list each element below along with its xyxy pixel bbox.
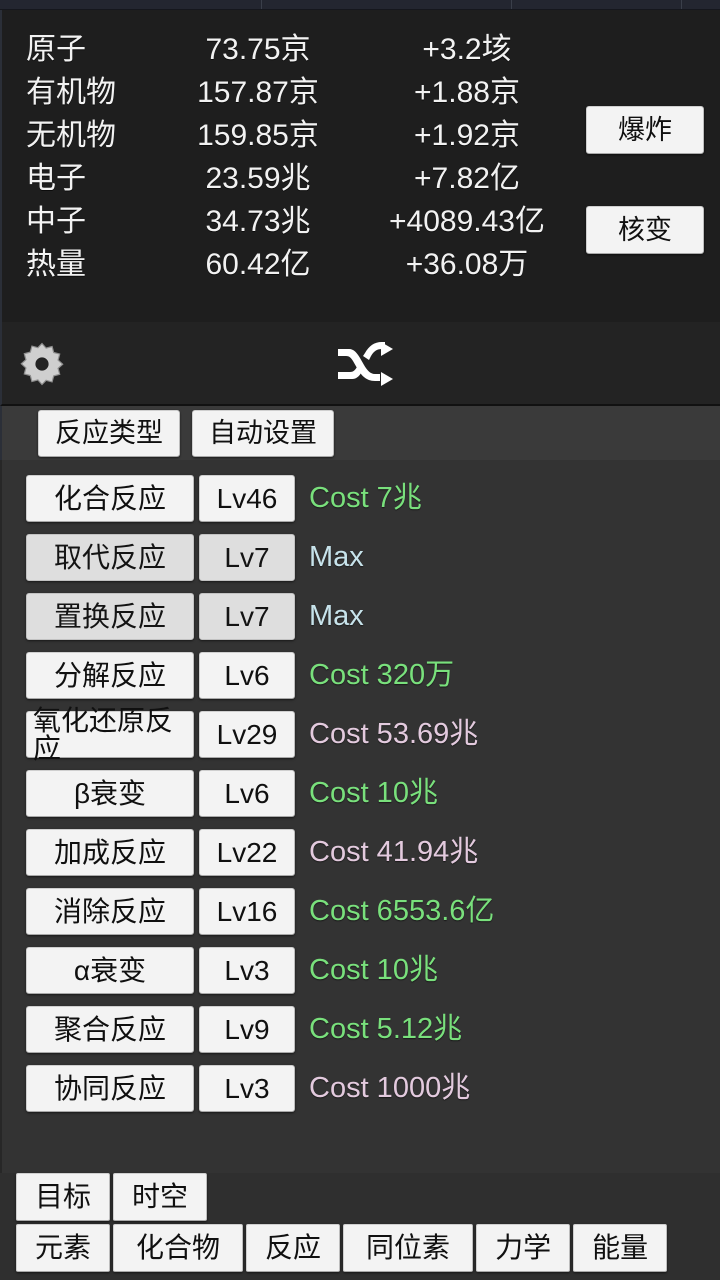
reaction-name-button[interactable]: α衰变 xyxy=(26,947,194,994)
reaction-level-button[interactable]: Lv29 xyxy=(199,711,295,758)
stats-resource-name: 无机物 xyxy=(26,114,158,157)
reaction-name-button[interactable]: 化合反应 xyxy=(26,475,194,522)
stats-resource-rate: +7.82亿 xyxy=(358,157,576,200)
reaction-level-button[interactable]: Lv16 xyxy=(199,888,295,935)
stats-resource-rate: +1.92京 xyxy=(358,114,576,157)
gear-icon[interactable] xyxy=(18,340,66,388)
reaction-cost-label: Max xyxy=(309,602,364,631)
stats-resource-rate: +1.88京 xyxy=(358,71,576,114)
stats-resource-name: 中子 xyxy=(26,200,158,243)
reaction-cost-label: Max xyxy=(309,543,364,572)
stats-row: 原子73.75京+3.2垓 xyxy=(26,28,576,71)
stats-resource-name: 原子 xyxy=(26,28,158,71)
reaction-level-button[interactable]: Lv3 xyxy=(199,947,295,994)
nav-row-primary: 元素化合物反应同位素力学能量 xyxy=(0,1224,720,1272)
stats-resource-rate: +3.2垓 xyxy=(358,28,576,71)
stats-resource-amount: 23.59兆 xyxy=(158,157,358,200)
stats-resource-amount: 34.73兆 xyxy=(158,200,358,243)
reaction-cost-label: Cost 41.94兆 xyxy=(309,838,478,867)
reaction-level-button[interactable]: Lv6 xyxy=(199,770,295,817)
stats-panel: 原子73.75京+3.2垓有机物157.87京+1.88京无机物159.85京+… xyxy=(0,10,720,322)
reaction-level-button[interactable]: Lv9 xyxy=(199,1006,295,1053)
stats-resource-amount: 60.42亿 xyxy=(158,243,358,286)
icon-toolbar xyxy=(0,322,720,406)
reaction-name-button[interactable]: 消除反应 xyxy=(26,888,194,935)
reaction-cost-label: Cost 6553.6亿 xyxy=(309,897,494,926)
stats-resource-name: 有机物 xyxy=(26,71,158,114)
reaction-row: 协同反应Lv3 Cost 1000兆 xyxy=(2,1064,720,1113)
reaction-cost-label: Cost 7兆 xyxy=(309,484,422,513)
reaction-cost-label: Cost 320万 xyxy=(309,661,454,690)
reaction-level-button[interactable]: Lv22 xyxy=(199,829,295,876)
nav-compounds[interactable]: 化合物 xyxy=(113,1224,243,1272)
nav-spacetime[interactable]: 时空 xyxy=(113,1173,207,1221)
reaction-name-button[interactable]: 氧化还原反应 xyxy=(26,711,194,758)
stats-row: 无机物159.85京+1.92京 xyxy=(26,114,576,157)
reaction-name-button[interactable]: 加成反应 xyxy=(26,829,194,876)
reaction-name-button[interactable]: 取代反应 xyxy=(26,534,194,581)
fission-button[interactable]: 核变 xyxy=(586,206,704,254)
stats-resource-name: 电子 xyxy=(26,157,158,200)
section-tab-strip: 反应类型 自动设置 xyxy=(0,406,720,460)
reaction-row: 聚合反应Lv9 Cost 5.12兆 xyxy=(2,1005,720,1054)
reaction-cost-label: Cost 1000兆 xyxy=(309,1074,470,1103)
reaction-cost-label: Cost 10兆 xyxy=(309,779,438,808)
stats-resource-rate: +36.08万 xyxy=(358,243,576,286)
reaction-row: 置换反应Lv7 Max xyxy=(2,592,720,641)
stats-resource-rate: +4089.43亿 xyxy=(358,200,576,243)
reaction-row: 消除反应Lv16 Cost 6553.6亿 xyxy=(2,887,720,936)
system-status-strip xyxy=(0,0,720,10)
stats-row: 中子34.73兆+4089.43亿 xyxy=(26,200,576,243)
sysbar-segment xyxy=(262,0,512,9)
stats-resource-name: 热量 xyxy=(26,243,158,286)
stats-row: 热量60.42亿+36.08万 xyxy=(26,243,576,286)
nav-goals[interactable]: 目标 xyxy=(16,1173,110,1221)
tab-auto-settings[interactable]: 自动设置 xyxy=(192,410,334,457)
reaction-name-button[interactable]: 协同反应 xyxy=(26,1065,194,1112)
stats-resource-amount: 73.75京 xyxy=(158,28,358,71)
reaction-row: 氧化还原反应Lv29 Cost 53.69兆 xyxy=(2,710,720,759)
nav-reactions[interactable]: 反应 xyxy=(246,1224,340,1272)
reaction-row: 分解反应Lv6 Cost 320万 xyxy=(2,651,720,700)
sysbar-segment xyxy=(0,0,262,9)
reaction-row: β衰变Lv6 Cost 10兆 xyxy=(2,769,720,818)
nav-isotopes[interactable]: 同位素 xyxy=(343,1224,473,1272)
app-screen: 原子73.75京+3.2垓有机物157.87京+1.88京无机物159.85京+… xyxy=(0,0,720,1280)
resource-stats-table: 原子73.75京+3.2垓有机物157.87京+1.88京无机物159.85京+… xyxy=(26,28,576,286)
reaction-cost-label: Cost 53.69兆 xyxy=(309,720,478,749)
reaction-level-button[interactable]: Lv3 xyxy=(199,1065,295,1112)
reaction-row: α衰变Lv3 Cost 10兆 xyxy=(2,946,720,995)
nav-energy[interactable]: 能量 xyxy=(573,1224,667,1272)
sysbar-segment xyxy=(512,0,682,9)
nav-elements[interactable]: 元素 xyxy=(16,1224,110,1272)
reaction-row: 化合反应Lv46 Cost 7兆 xyxy=(2,474,720,523)
stats-resource-amount: 157.87京 xyxy=(158,71,358,114)
reaction-name-button[interactable]: 分解反应 xyxy=(26,652,194,699)
reaction-level-button[interactable]: Lv6 xyxy=(199,652,295,699)
nav-row-secondary: 目标时空 xyxy=(0,1173,720,1221)
tab-reaction-type[interactable]: 反应类型 xyxy=(38,410,180,457)
reaction-cost-label: Cost 10兆 xyxy=(309,956,438,985)
side-action-buttons: 爆炸 核变 xyxy=(586,106,706,254)
reaction-level-button[interactable]: Lv7 xyxy=(199,593,295,640)
stats-row: 电子23.59兆+7.82亿 xyxy=(26,157,576,200)
reaction-row: 加成反应Lv22 Cost 41.94兆 xyxy=(2,828,720,877)
reaction-level-button[interactable]: Lv46 xyxy=(199,475,295,522)
reaction-row: 取代反应Lv7 Max xyxy=(2,533,720,582)
reaction-name-button[interactable]: 聚合反应 xyxy=(26,1006,194,1053)
reaction-cost-label: Cost 5.12兆 xyxy=(309,1015,462,1044)
stats-row: 有机物157.87京+1.88京 xyxy=(26,71,576,114)
reaction-level-button[interactable]: Lv7 xyxy=(199,534,295,581)
reaction-name-button[interactable]: 置换反应 xyxy=(26,593,194,640)
bottom-navigation: 目标时空 元素化合物反应同位素力学能量 xyxy=(0,1173,720,1280)
stats-resource-amount: 159.85京 xyxy=(158,114,358,157)
shuffle-icon[interactable] xyxy=(335,342,393,386)
nav-mechanics[interactable]: 力学 xyxy=(476,1224,570,1272)
reaction-name-button[interactable]: β衰变 xyxy=(26,770,194,817)
explosion-button[interactable]: 爆炸 xyxy=(586,106,704,154)
reaction-list: 化合反应Lv46Cost 7兆取代反应Lv7Max置换反应Lv7Max分解反应L… xyxy=(0,460,720,1173)
